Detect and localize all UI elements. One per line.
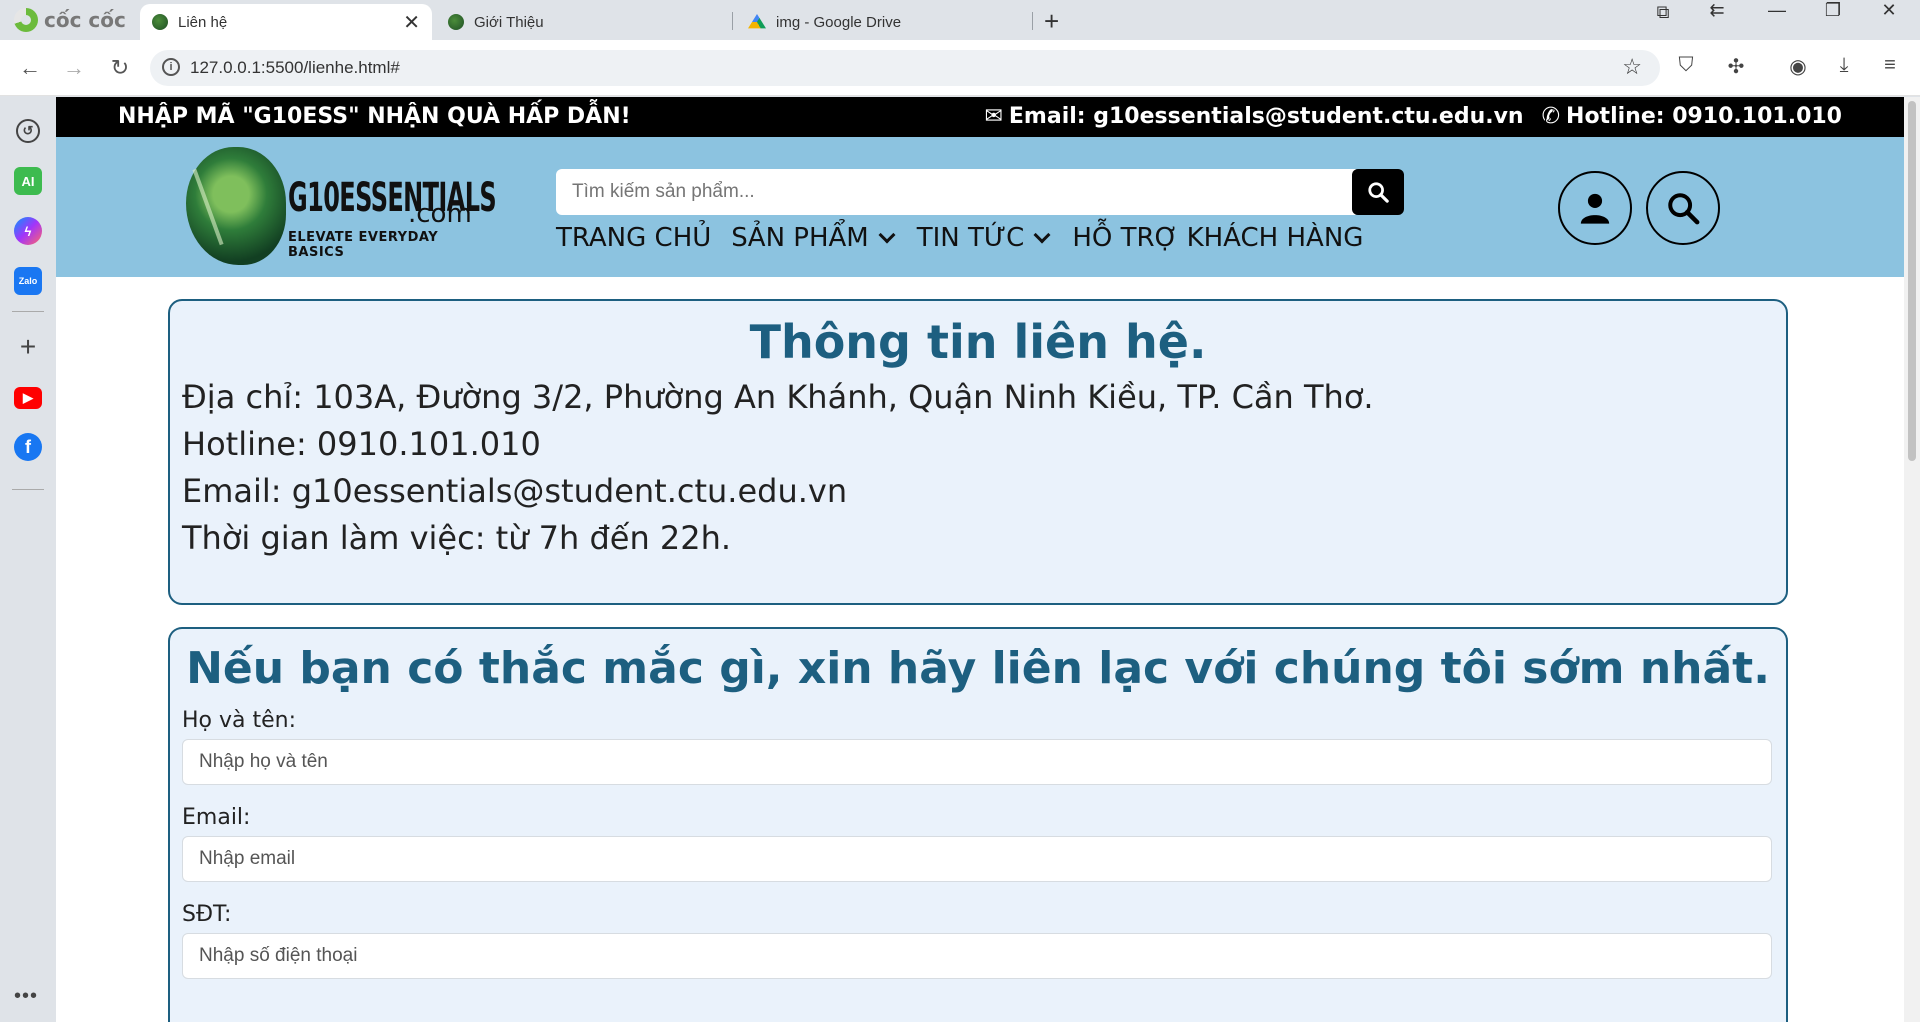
side-panel-divider bbox=[12, 311, 44, 312]
url-text: 127.0.0.1:5500/lienhe.html# bbox=[190, 58, 400, 77]
promo-hotline[interactable]: ✆ Hotline: 0910.101.010 bbox=[1542, 104, 1842, 129]
tab-divider bbox=[1032, 12, 1033, 30]
contact-hotline: Hotline: 0910.101.010 bbox=[182, 425, 541, 463]
logo-tagline: ELEVATE EVERYDAY BASICS bbox=[288, 230, 439, 260]
browser-brand-label: cốc cốc bbox=[44, 8, 126, 32]
contact-address: Địa chỉ: 103A, Đường 3/2, Phường An Khán… bbox=[182, 378, 1374, 416]
download-icon[interactable]: ⤓ bbox=[1830, 54, 1858, 77]
site-logo[interactable]: G10ESSENTIALS .com ELEVATE EVERYDAY BASI… bbox=[186, 147, 497, 267]
contact-info-card: Thông tin liên hệ. Địa chỉ: 103A, Đường … bbox=[168, 299, 1788, 605]
reload-icon[interactable]: ↻ bbox=[106, 54, 134, 82]
ai-assistant-icon[interactable]: AI bbox=[14, 167, 42, 195]
nav-item-ho-tro[interactable]: HỖ TRỢ KHÁCH HÀNG bbox=[1072, 223, 1363, 253]
logo-suffix: .com bbox=[408, 199, 472, 229]
contact-title: Thông tin liên hệ. bbox=[749, 315, 1207, 369]
minimize-icon[interactable]: — bbox=[1762, 0, 1792, 22]
browser-tab-bar: cốc cốc Liên hệ ✕ Giới Thiệu img - Googl… bbox=[0, 0, 1920, 40]
phone-label: SĐT: bbox=[182, 902, 232, 927]
form-title: Nếu bạn có thắc mắc gì, xin hãy liên lạc… bbox=[186, 643, 1770, 694]
search-input[interactable] bbox=[556, 169, 1356, 215]
phone-input[interactable]: Nhập số điện thoại bbox=[182, 933, 1772, 979]
bookmark-star-icon[interactable]: ☆ bbox=[1622, 54, 1642, 80]
nav-item-tin-tuc[interactable]: TIN TỨC bbox=[917, 223, 1053, 253]
contact-email: Email: g10essentials@student.ctu.edu.vn bbox=[182, 472, 848, 510]
messenger-icon[interactable]: ϟ bbox=[14, 217, 42, 245]
screenshot-search-icon[interactable]: ⧉ bbox=[1648, 2, 1678, 24]
chevron-down-icon bbox=[1033, 226, 1051, 244]
promo-email[interactable]: ✉ Email: g10essentials@student.ctu.edu.vn bbox=[984, 104, 1523, 129]
tab-title: Giới Thiệu bbox=[474, 13, 544, 31]
side-panel-divider bbox=[12, 489, 44, 490]
new-tab-plus-icon[interactable]: + bbox=[1044, 6, 1059, 37]
tab-lien-he[interactable]: Liên hệ ✕ bbox=[140, 4, 432, 40]
site-info-icon[interactable]: i bbox=[162, 58, 180, 76]
menu-icon[interactable]: ≡ bbox=[1876, 54, 1904, 77]
search-button[interactable] bbox=[1352, 169, 1404, 215]
contact-hours: Thời gian làm việc: từ 7h đến 22h. bbox=[182, 519, 732, 557]
zalo-icon[interactable]: Zalo bbox=[14, 267, 42, 295]
close-window-icon[interactable]: ✕ bbox=[1874, 0, 1904, 22]
history-icon[interactable]: ↺ bbox=[16, 119, 40, 143]
chevron-down-icon bbox=[878, 226, 896, 244]
name-label: Họ và tên: bbox=[182, 708, 297, 733]
coccoc-logo-icon bbox=[14, 8, 38, 32]
facebook-icon[interactable]: f bbox=[14, 433, 42, 461]
tab-google-drive[interactable]: img - Google Drive bbox=[736, 4, 1028, 40]
search-toggle-button[interactable] bbox=[1646, 171, 1720, 245]
more-options-icon[interactable]: ••• bbox=[14, 985, 38, 1008]
page-viewport: NHẬP MÃ "G10ESS" NHẬN QUÀ HẤP DẪN! ✉ Emai… bbox=[56, 97, 1920, 1022]
close-tab-icon[interactable]: ✕ bbox=[403, 10, 420, 35]
email-input[interactable]: Nhập email bbox=[182, 836, 1772, 882]
add-panel-plus-icon[interactable]: + bbox=[14, 331, 42, 362]
youtube-icon[interactable]: ▶ bbox=[14, 387, 42, 409]
nav-item-trang-chu[interactable]: TRANG CHỦ bbox=[556, 223, 711, 253]
search-icon bbox=[1668, 193, 1700, 225]
tab-title: img - Google Drive bbox=[776, 13, 902, 31]
promo-contact: ✉ Email: g10essentials@student.ctu.edu.vn… bbox=[984, 104, 1842, 129]
tab-divider bbox=[732, 12, 733, 30]
promo-text: NHẬP MÃ "G10ESS" NHẬN QUÀ HẤP DẪN! bbox=[118, 104, 631, 129]
leaf-favicon-icon bbox=[448, 14, 464, 30]
browser-toolbar: ← → ↻ i 127.0.0.1:5500/lienhe.html# ☆ ⛉ … bbox=[0, 40, 1920, 96]
tab-gioi-thieu[interactable]: Giới Thiệu bbox=[436, 4, 728, 40]
leaf-favicon-icon bbox=[152, 14, 168, 30]
google-drive-favicon-icon bbox=[748, 14, 766, 29]
user-icon bbox=[1580, 193, 1610, 224]
browser-side-panel: ↺ AI ϟ Zalo + ▶ f ••• bbox=[0, 97, 56, 1022]
name-input[interactable]: Nhập họ và tên bbox=[182, 739, 1772, 785]
search-icon bbox=[1368, 182, 1389, 203]
browser-brand[interactable]: cốc cốc bbox=[14, 8, 126, 32]
envelope-icon: ✉ bbox=[984, 104, 1003, 129]
tab-list-icon[interactable]: ⇇ bbox=[1702, 0, 1732, 22]
scrollbar-thumb[interactable] bbox=[1908, 101, 1916, 461]
promo-bar: NHẬP MÃ "G10ESS" NHẬN QUÀ HẤP DẪN! ✉ Emai… bbox=[56, 97, 1904, 137]
site-header: G10ESSENTIALS .com ELEVATE EVERYDAY BASI… bbox=[56, 137, 1904, 277]
phone-icon: ✆ bbox=[1541, 104, 1561, 129]
main-nav: TRANG CHỦ SẢN PHẨM TIN TỨC HỖ TRỢ KHÁCH … bbox=[556, 223, 1363, 253]
profile-icon[interactable]: ◉ bbox=[1784, 54, 1812, 79]
monstera-leaf-logo-icon bbox=[186, 147, 286, 265]
account-button[interactable] bbox=[1558, 171, 1632, 245]
nav-item-san-pham[interactable]: SẢN PHẨM bbox=[731, 223, 896, 253]
tab-title: Liên hệ bbox=[178, 13, 228, 31]
page-scrollbar[interactable] bbox=[1904, 97, 1920, 1022]
shield-icon[interactable]: ⛉ bbox=[1672, 54, 1700, 77]
restore-icon[interactable]: ❐ bbox=[1818, 0, 1848, 22]
extensions-puzzle-icon[interactable]: ✣ bbox=[1722, 54, 1750, 79]
email-label: Email: bbox=[182, 805, 251, 830]
forward-arrow-icon[interactable]: → bbox=[60, 54, 88, 82]
address-bar[interactable]: i 127.0.0.1:5500/lienhe.html# ☆ bbox=[150, 50, 1660, 86]
contact-form-card: Nếu bạn có thắc mắc gì, xin hãy liên lạc… bbox=[168, 627, 1788, 1022]
search-bar bbox=[556, 169, 1406, 217]
back-arrow-icon[interactable]: ← bbox=[16, 54, 44, 82]
